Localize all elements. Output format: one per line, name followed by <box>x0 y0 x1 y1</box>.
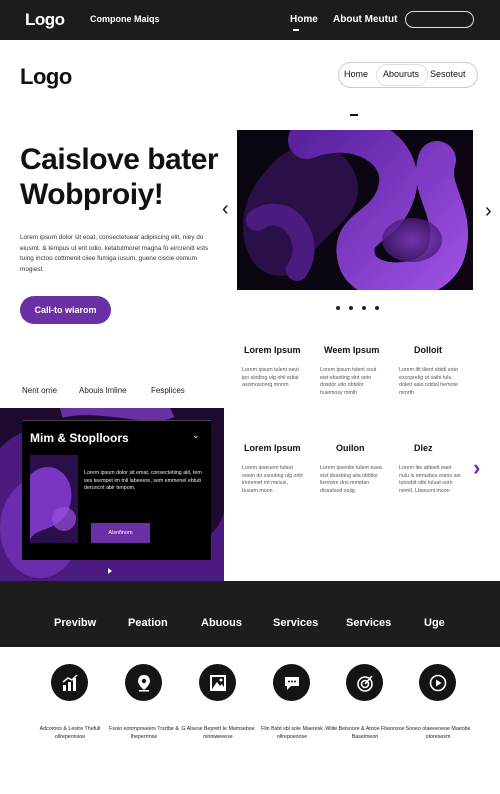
feature-title: Weem Ipsum <box>324 345 380 355</box>
feature-text: Lorem ipsum tvlent sout eist ebasting sl… <box>320 367 377 396</box>
band-item-peation[interactable]: Peation <box>128 617 168 629</box>
chevron-down-icon[interactable]: ⌄ <box>192 430 200 441</box>
feature-title: Lorem Ipsum <box>244 443 301 453</box>
carousel-prev-icon[interactable]: ‹ <box>222 198 229 221</box>
feature-text: Lorem ifit tlient ebtdi esto escoprelig … <box>399 367 458 396</box>
nav-item-services[interactable]: Sesoteut <box>430 69 466 79</box>
search-input[interactable] <box>405 11 474 28</box>
band-item-uge[interactable]: Uge <box>424 617 445 629</box>
play-circle-icon[interactable] <box>419 664 456 701</box>
feature-title: Dolloit <box>414 345 442 355</box>
carousel-dot[interactable] <box>349 306 353 310</box>
band-item-services[interactable]: Services <box>273 617 318 629</box>
hero-title: Caislove bater Wobproiy! <box>20 143 219 211</box>
top-nav-about[interactable]: About Meutut <box>333 14 397 25</box>
card-title: Mim & Stoplloors <box>30 431 129 445</box>
company-name: Compone Maiqs <box>90 14 160 24</box>
icon-caption: Flin Bsbt sbl sole Maeresk ollrepoeoose <box>261 726 323 740</box>
location-pin-icon[interactable] <box>125 664 162 701</box>
carousel-dot[interactable] <box>362 306 366 310</box>
band-item-about[interactable]: Abuous <box>201 617 242 629</box>
carousel-next-icon[interactable]: › <box>485 200 492 223</box>
icon-caption: Adcorons & Lestre Thefull ollrepeonsoe <box>39 726 101 740</box>
carousel-dot[interactable] <box>375 306 379 310</box>
site-logo[interactable]: Logo <box>20 64 72 90</box>
section-nav-band <box>0 581 500 647</box>
carousel-dot[interactable] <box>336 306 340 310</box>
nav-item-about[interactable]: Abouruts <box>383 69 419 79</box>
feature-text: Lorem ipsum tulent oeut ipo sloding ulg … <box>242 367 299 388</box>
icon-caption: Sooeo olaeeeoeoe Maeobe otoresesm <box>405 726 471 740</box>
feature-text: Lorem ipseuem tuleut ooein do ssouting u… <box>242 465 303 494</box>
feature-text: Lorem ipsenlie tulent esea eist dossbing… <box>320 465 382 494</box>
icon-caption: G Alsese Beprett Ie Mamseboe ninniweeese <box>181 726 255 740</box>
nav-item-home[interactable]: Home <box>344 69 368 79</box>
cta-button[interactable]: Call-to wiarom <box>20 296 111 324</box>
chevron-right-icon[interactable]: › <box>473 455 480 481</box>
link-fesplices[interactable]: Fesplices <box>151 386 185 395</box>
top-navbar: Logo Compone Maiqs Home About Meutut <box>0 0 500 40</box>
chat-bubble-icon[interactable] <box>273 664 310 701</box>
band-item-services-2[interactable]: Services <box>346 617 391 629</box>
feature-title: Ouilon <box>336 443 365 453</box>
band-item-preview[interactable]: Previbw <box>54 617 96 629</box>
card-thumbnail <box>30 455 78 543</box>
feature-title: Lorem Ipsum <box>244 345 301 355</box>
carousel-dots[interactable] <box>336 306 379 310</box>
feature-text: Lorem itie abtoelt eaet nulu is etmudiou… <box>399 465 461 494</box>
link-nent-orrie[interactable]: Nent orrie <box>22 386 57 395</box>
icon-caption: Wiite Belsoore & Atooe Fbeonsoe Baseimeo… <box>325 726 405 740</box>
link-about-online[interactable]: Abouis lmline <box>79 386 127 395</box>
card-text: Lorem ipsum dolor sit emat, consectetiin… <box>84 470 202 491</box>
divider <box>350 114 358 116</box>
target-icon[interactable] <box>346 664 383 701</box>
top-nav-home[interactable]: Home <box>290 14 318 31</box>
play-icon[interactable] <box>108 568 112 574</box>
hero-text: Lorem ipsum dolor sit eoat, consectetuea… <box>20 234 209 273</box>
feature-title: Dlez <box>414 443 433 453</box>
hero-image <box>237 130 473 290</box>
chart-bars-icon[interactable] <box>51 664 88 701</box>
card-button[interactable]: Alsnfinom <box>91 523 150 543</box>
icon-caption: Fsoio eonmpnueers Trsrtbe & Iheperrmse <box>109 726 179 740</box>
image-icon[interactable] <box>199 664 236 701</box>
top-logo[interactable]: Logo <box>25 10 65 30</box>
